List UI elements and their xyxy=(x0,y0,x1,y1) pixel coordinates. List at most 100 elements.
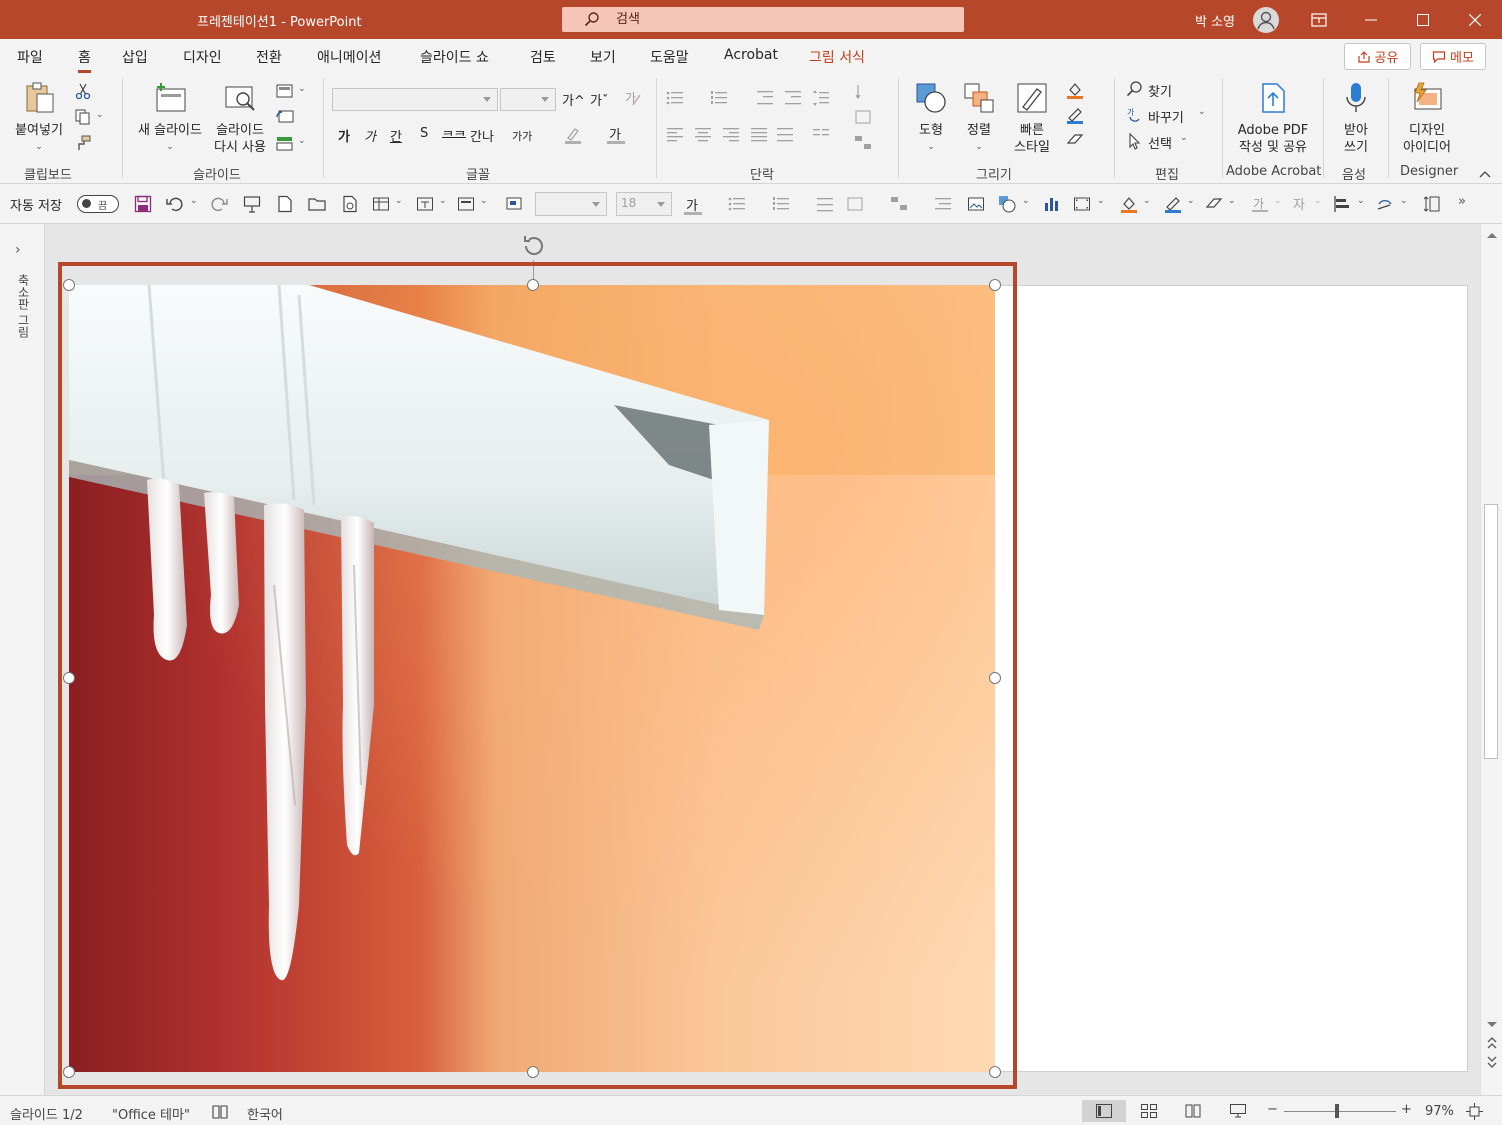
slide-sorter-view-button[interactable] xyxy=(1127,1100,1171,1122)
replace-icon[interactable]: 가 xyxy=(1126,106,1144,124)
line-spacing-icon[interactable] xyxy=(812,89,830,107)
columns-icon[interactable] xyxy=(812,125,830,143)
align-center-icon[interactable] xyxy=(694,125,712,143)
create-pdf-button[interactable]: Adobe PDF 작성 및 공유 xyxy=(1228,81,1318,156)
align-left-icon[interactable] xyxy=(666,125,684,143)
thumbnail-pane-label[interactable]: 축소판 그림 xyxy=(14,274,32,338)
font-name-combo[interactable] xyxy=(332,88,498,111)
layout-icon[interactable] xyxy=(276,82,294,100)
strikethrough-button[interactable]: ᄏᄏ xyxy=(442,126,466,145)
insert-textbox-icon[interactable] xyxy=(416,195,434,213)
rotate-handle-icon[interactable] xyxy=(520,232,548,260)
section-icon[interactable] xyxy=(276,134,294,152)
close-button[interactable] xyxy=(1452,0,1498,39)
font-size-quick-combo[interactable]: 18 xyxy=(616,192,672,216)
print-preview-icon[interactable] xyxy=(341,195,359,213)
resize-handle-top-left[interactable] xyxy=(63,279,75,291)
wrap-quick-icon[interactable] xyxy=(934,195,952,213)
distributed-icon[interactable] xyxy=(776,125,794,143)
height-icon[interactable] xyxy=(1423,195,1441,213)
scroll-down-icon[interactable] xyxy=(1486,1020,1498,1030)
replace-label[interactable]: 바꾸기 xyxy=(1148,107,1184,126)
tab-help[interactable]: 도움말 xyxy=(650,47,689,67)
insert-video-icon[interactable] xyxy=(1073,195,1091,213)
slide-picture-icicles[interactable] xyxy=(69,285,995,1072)
arrange-button[interactable]: 정렬 ⌄ xyxy=(954,81,1004,156)
highlight-icon[interactable] xyxy=(564,126,582,144)
search-box[interactable] xyxy=(562,7,964,32)
bullets-icon[interactable] xyxy=(666,89,684,107)
shape-effects-icon[interactable] xyxy=(1066,131,1084,149)
more-commands-icon[interactable]: » xyxy=(1458,194,1466,209)
insert-chart-icon[interactable] xyxy=(1043,195,1061,213)
justify-icon[interactable] xyxy=(750,125,768,143)
insert-picture-icon[interactable] xyxy=(967,195,985,213)
copy-icon[interactable] xyxy=(74,108,92,126)
layout-picker-icon[interactable] xyxy=(457,195,475,213)
text-transform-icon[interactable]: 자 xyxy=(1291,195,1309,213)
smartart-icon[interactable] xyxy=(854,134,872,152)
undo-icon[interactable] xyxy=(166,195,184,213)
search-input[interactable] xyxy=(616,10,916,29)
resize-handle-top-right[interactable] xyxy=(989,279,1001,291)
numbering-quick-icon[interactable] xyxy=(772,195,790,213)
dictate-button[interactable]: 받아 쓰기 xyxy=(1330,81,1382,156)
align-quick-icon[interactable] xyxy=(816,195,834,213)
zoom-slider-thumb[interactable] xyxy=(1335,1104,1339,1118)
cut-icon[interactable] xyxy=(74,82,92,100)
tab-animations[interactable]: 애니메이션 xyxy=(317,47,381,67)
reset-icon[interactable] xyxy=(504,195,522,213)
underline-button[interactable]: 간 xyxy=(390,126,402,145)
text-direction-icon[interactable] xyxy=(854,83,872,101)
user-name[interactable]: 박 소영 xyxy=(1195,11,1235,30)
bold-button[interactable]: 가 xyxy=(338,126,350,145)
insert-table-icon[interactable] xyxy=(372,195,390,213)
spelling-check-icon[interactable] xyxy=(212,1104,228,1120)
tab-review[interactable]: 검토 xyxy=(530,47,556,67)
vertical-scrollbar[interactable] xyxy=(1480,224,1502,1095)
language-indicator[interactable]: 한국어 xyxy=(247,1104,283,1123)
scrollbar-thumb[interactable] xyxy=(1484,504,1498,759)
design-ideas-button[interactable]: 디자인 아이디어 xyxy=(1394,81,1460,156)
tab-acrobat[interactable]: Acrobat xyxy=(724,47,778,63)
reset-slide-icon[interactable] xyxy=(276,108,294,126)
find-icon[interactable] xyxy=(1126,80,1144,98)
new-file-icon[interactable] xyxy=(276,195,294,213)
tab-picture-format[interactable]: 그림 서식 xyxy=(809,47,865,67)
save-icon[interactable] xyxy=(134,195,152,213)
reading-view-button[interactable] xyxy=(1171,1100,1215,1122)
resize-handle-bottom-left[interactable] xyxy=(63,1066,75,1078)
decrease-indent-icon[interactable] xyxy=(756,89,774,107)
autosave-toggle[interactable]: 끔 xyxy=(77,195,119,213)
redo-icon[interactable] xyxy=(210,195,228,213)
previous-slide-icon[interactable] xyxy=(1486,1036,1498,1050)
shadow-button[interactable]: S xyxy=(420,126,428,141)
collapse-ribbon-icon[interactable] xyxy=(1478,167,1492,181)
resize-handle-right[interactable] xyxy=(989,672,1001,684)
tab-transitions[interactable]: 전환 xyxy=(256,47,282,67)
maximize-button[interactable] xyxy=(1400,0,1446,39)
resize-handle-bottom-right[interactable] xyxy=(989,1066,1001,1078)
outline-color-quick-icon[interactable] xyxy=(1164,195,1182,213)
fit-to-window-icon[interactable] xyxy=(1466,1103,1483,1120)
shape-outline-icon[interactable] xyxy=(1066,106,1084,124)
slideshow-view-button[interactable] xyxy=(1216,1100,1260,1122)
change-case-button[interactable]: 가가 xyxy=(512,128,532,144)
user-avatar[interactable] xyxy=(1253,7,1279,33)
scroll-up-icon[interactable] xyxy=(1486,230,1498,240)
tab-insert[interactable]: 삽입 xyxy=(122,47,148,67)
start-from-beginning-icon[interactable] xyxy=(243,195,261,213)
comments-button[interactable]: 메모 xyxy=(1420,43,1486,70)
align-right-icon[interactable] xyxy=(722,125,740,143)
resize-handle-left[interactable] xyxy=(63,672,75,684)
shrink-font-button[interactable]: 가ˇ xyxy=(590,90,608,109)
smartart-quick-icon[interactable] xyxy=(890,195,908,213)
tab-slideshow[interactable]: 슬라이드 쇼 xyxy=(420,47,489,67)
select-label[interactable]: 선택 xyxy=(1148,133,1172,152)
tab-file[interactable]: 파일 xyxy=(17,47,43,67)
ribbon-display-options-button[interactable] xyxy=(1296,0,1342,39)
align-text-icon[interactable] xyxy=(854,108,872,126)
next-slide-icon[interactable] xyxy=(1486,1055,1498,1069)
clear-formatting-icon[interactable]: 가 xyxy=(623,89,641,107)
increase-indent-icon[interactable] xyxy=(784,89,802,107)
